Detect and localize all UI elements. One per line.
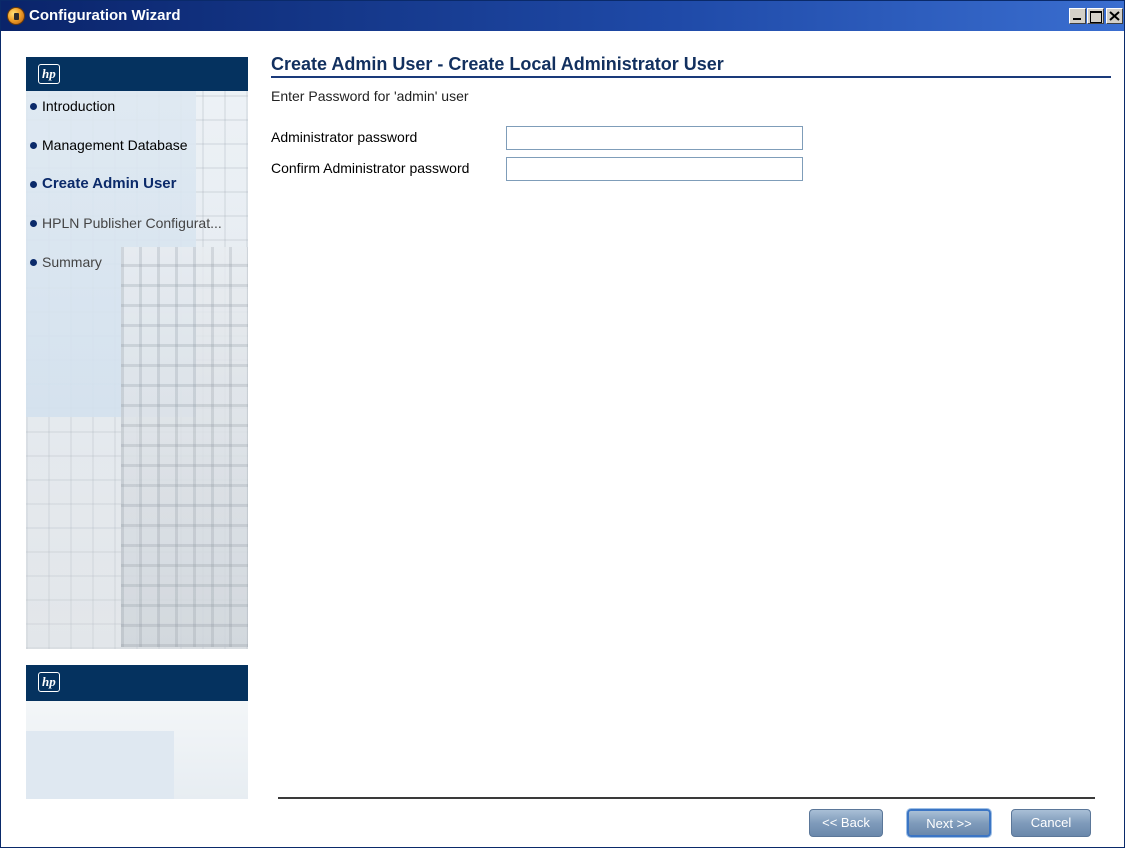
step-introduction[interactable]: Introduction	[26, 95, 248, 134]
maximize-button[interactable]	[1087, 8, 1104, 24]
wizard-sidebar: hp Introduction Management Database Crea…	[26, 57, 248, 799]
sidebar-footer-image	[26, 701, 248, 799]
page-subtitle: Enter Password for 'admin' user	[271, 88, 469, 104]
configuration-wizard-window: Configuration Wizard hp Introduction Man…	[0, 0, 1125, 848]
hp-logo-icon: hp	[38, 672, 60, 692]
step-management-database[interactable]: Management Database	[26, 134, 248, 173]
hp-logo-icon: hp	[38, 64, 60, 84]
app-icon	[7, 7, 25, 25]
title-bar[interactable]: Configuration Wizard	[1, 1, 1124, 31]
minimize-button[interactable]	[1069, 8, 1086, 24]
step-summary[interactable]: Summary	[26, 251, 248, 290]
next-button[interactable]: Next >>	[907, 809, 991, 837]
close-icon	[1109, 11, 1120, 21]
close-button[interactable]	[1106, 8, 1123, 24]
back-button[interactable]: << Back	[809, 809, 883, 837]
sidebar-footer: hp	[26, 665, 248, 701]
window-title: Configuration Wizard	[29, 7, 181, 24]
wizard-steps: Introduction Management Database Create …	[26, 95, 248, 290]
admin-password-input[interactable]	[506, 126, 803, 150]
confirm-password-label: Confirm Administrator password	[271, 160, 470, 176]
footer-divider	[278, 797, 1095, 799]
cancel-button[interactable]: Cancel	[1011, 809, 1091, 837]
admin-password-label: Administrator password	[271, 129, 418, 145]
page-title: Create Admin User - Create Local Adminis…	[271, 54, 724, 74]
confirm-password-input[interactable]	[506, 157, 803, 181]
sidebar-header: hp	[26, 57, 248, 91]
step-hpln-publisher-configuration[interactable]: HPLN Publisher Configurat...	[26, 212, 248, 251]
step-create-admin-user[interactable]: Create Admin User	[26, 173, 248, 212]
title-divider	[271, 76, 1111, 78]
